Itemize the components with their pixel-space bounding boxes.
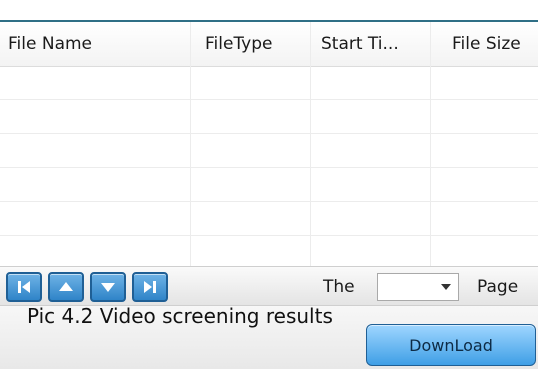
figure-caption: Pic 4.2 Video screening results [27, 304, 333, 328]
pagination-bar: The Page [0, 266, 538, 306]
first-page-button[interactable] [6, 272, 42, 302]
column-header-file-name[interactable]: File Name [8, 22, 188, 66]
table-row[interactable] [0, 236, 538, 270]
chevron-down-icon [441, 284, 451, 290]
page-prefix-label: The [323, 277, 355, 297]
table-row[interactable] [0, 202, 538, 236]
download-button[interactable]: DownLoad [366, 324, 536, 366]
next-page-icon [99, 278, 117, 296]
top-border [0, 0, 538, 22]
last-page-icon [141, 278, 159, 296]
video-results-panel: File Name FileType Start Ti... File Size [0, 0, 538, 369]
file-results-table: File Name FileType Start Ti... File Size [0, 22, 538, 266]
last-page-button[interactable] [132, 272, 168, 302]
page-suffix-label: Page [477, 277, 519, 297]
column-header-start-time[interactable]: Start Ti... [321, 22, 429, 66]
table-row[interactable] [0, 134, 538, 168]
column-header-file-type[interactable]: FileType [205, 22, 309, 66]
column-header-file-size[interactable]: File Size [452, 22, 536, 66]
table-row[interactable] [0, 168, 538, 202]
table-row[interactable] [0, 66, 538, 100]
table-row[interactable] [0, 100, 538, 134]
next-page-button[interactable] [90, 272, 126, 302]
table-header: File Name FileType Start Ti... File Size [0, 22, 538, 67]
previous-page-icon [57, 278, 75, 296]
previous-page-button[interactable] [48, 272, 84, 302]
first-page-icon [15, 278, 33, 296]
page-select[interactable] [377, 273, 459, 301]
